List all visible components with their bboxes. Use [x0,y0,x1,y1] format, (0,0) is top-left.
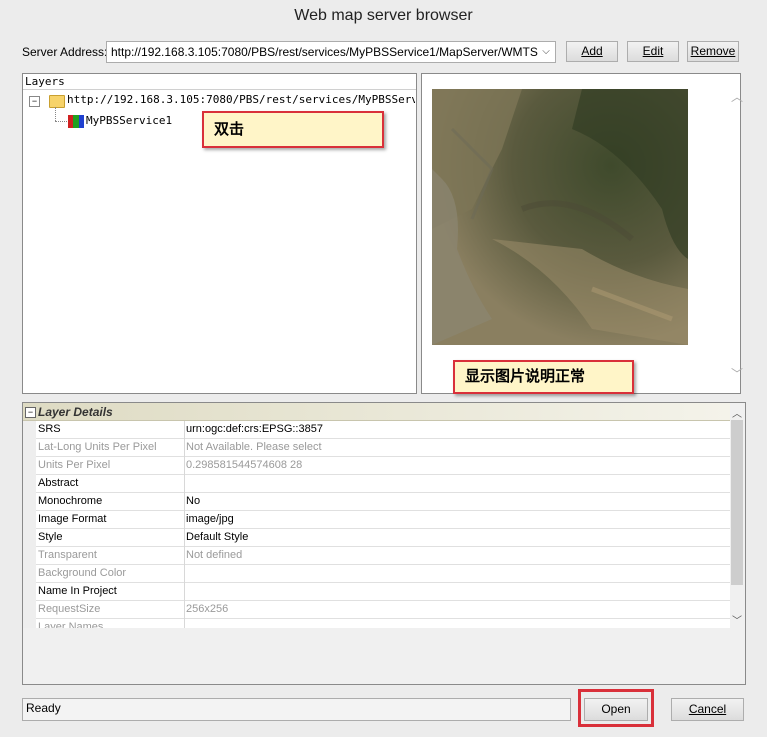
property-row[interactable]: RequestSize 256x256 [23,601,730,619]
chevron-up-icon[interactable]: ︿ [732,405,742,420]
row-gutter [23,619,36,628]
row-gutter [23,565,36,583]
row-gutter [23,493,36,511]
property-value[interactable]: image/jpg [186,513,234,525]
property-value[interactable]: 0.298581544574608 28 [186,459,302,471]
folder-icon [49,95,65,108]
property-value[interactable]: Not defined [186,549,242,561]
property-name: Abstract [38,477,79,489]
column-separator [184,547,185,565]
property-row[interactable]: Units Per Pixel 0.298581544574608 28 [23,457,730,475]
property-value[interactable]: No [186,495,200,507]
layers-header: Layers [23,74,416,90]
collapse-icon[interactable]: − [29,96,40,107]
row-gutter [23,601,36,619]
property-name: Background Color [38,567,127,579]
property-row[interactable]: Monochrome No [23,493,730,511]
column-separator [184,457,185,475]
property-name: Lat-Long Units Per Pixel [38,441,157,453]
server-address-value: http://192.168.3.105:7080/PBS/rest/servi… [111,45,538,59]
row-gutter [23,583,36,601]
row-gutter [23,457,36,475]
property-row[interactable]: Layer Names [23,619,730,628]
chevron-up-icon[interactable]: ︿ [731,88,743,105]
annotation-double-click: 双击 [202,111,384,148]
property-grid[interactable]: − Layer Details SRS urn:ogc:def:crs:EPSG:… [23,403,730,628]
collapse-icon[interactable]: − [25,407,36,418]
property-name: SRS [38,423,61,435]
column-separator [184,511,185,529]
column-separator [184,619,185,628]
property-name: Units Per Pixel [38,459,111,471]
column-separator [184,565,185,583]
row-gutter [23,439,36,457]
column-separator [184,529,185,547]
annotation-image-ok: 显示图片说明正常 [453,360,634,394]
property-name: Transparent [38,549,97,561]
status-text: Ready [26,701,61,715]
row-gutter [23,547,36,565]
row-gutter [23,421,36,439]
chevron-down-icon[interactable]: ﹀ [731,365,743,382]
open-button[interactable]: Open [584,698,648,721]
tree-layer-item[interactable]: MyPBSService1 [86,114,172,127]
property-row[interactable]: Lat-Long Units Per Pixel Not Available. P… [23,439,730,457]
chevron-down-icon[interactable]: ﹀ [732,612,742,627]
property-row[interactable]: Abstract [23,475,730,493]
property-name: RequestSize [38,603,101,615]
property-row[interactable]: Transparent Not defined [23,547,730,565]
property-name: Layer Names [38,621,104,628]
category-label: Layer Details [38,405,113,419]
add-button[interactable]: Add [566,41,618,62]
details-scrollbar[interactable]: ︿ ﹀ [730,403,744,628]
server-address-combo[interactable]: http://192.168.3.105:7080/PBS/rest/servi… [106,41,556,63]
property-value[interactable]: Default Style [186,531,248,543]
property-row[interactable]: Style Default Style [23,529,730,547]
tree-connector [55,107,56,121]
property-row[interactable]: Name In Project [23,583,730,601]
column-separator [184,601,185,619]
row-gutter [23,529,36,547]
property-row[interactable]: Background Color [23,565,730,583]
property-value[interactable]: 256x256 [186,603,228,615]
column-separator [184,493,185,511]
property-value[interactable]: Not Available. Please select [186,441,322,453]
remove-button[interactable]: Remove [687,41,739,62]
remove-button-label: Remove [690,44,736,58]
cancel-button[interactable]: Cancel [671,698,744,721]
row-gutter [23,511,36,529]
chevron-down-icon[interactable]: ⌵ [539,44,553,60]
cancel-button-label: Cancel [688,702,727,716]
property-value[interactable]: urn:ogc:def:crs:EPSG::3857 [186,423,323,435]
edit-button[interactable]: Edit [627,41,679,62]
column-separator [184,475,185,493]
tree-root-url[interactable]: http://192.168.3.105:7080/PBS/rest/servi… [67,93,415,106]
server-address-label: Server Address: [22,45,108,59]
status-bar: Ready [22,698,571,721]
category-row[interactable]: − Layer Details [23,403,730,421]
layer-icon [68,115,84,128]
window-title: Web map server browser [294,7,473,24]
add-button-label: Add [581,44,603,58]
property-name: Style [38,531,63,543]
row-gutter [23,475,36,493]
property-row[interactable]: SRS urn:ogc:def:crs:EPSG::3857 [23,421,730,439]
property-name: Image Format [38,513,107,525]
tree-connector-h [55,121,67,122]
property-name: Name In Project [38,585,117,597]
edit-button-label: Edit [642,44,664,58]
column-separator [184,421,185,439]
property-row[interactable]: Image Format image/jpg [23,511,730,529]
scrollbar-thumb[interactable] [731,420,743,585]
map-preview-image [432,89,688,345]
column-separator [184,439,185,457]
column-separator [184,583,185,601]
property-name: Monochrome [38,495,103,507]
